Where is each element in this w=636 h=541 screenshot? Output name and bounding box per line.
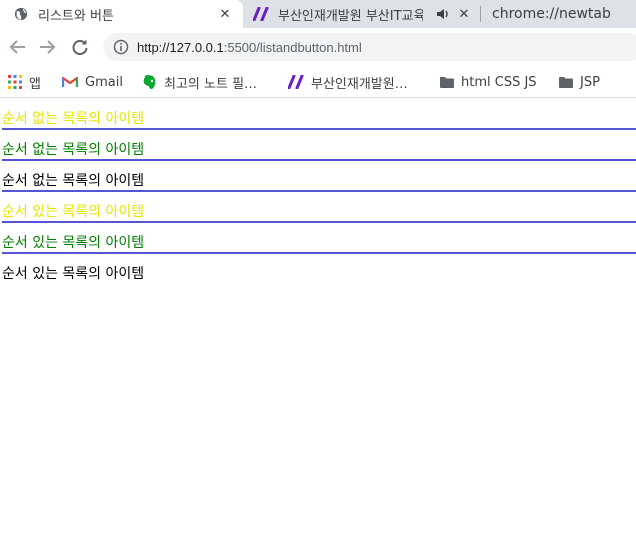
list-item-text: 순서 없는 목록의 아이템 <box>2 111 145 127</box>
list-item: 순서 있는 목록의 아이템 <box>2 223 636 254</box>
slash-logo-icon <box>253 7 269 21</box>
bookmark-label: 앱 <box>29 76 41 92</box>
reload-icon <box>72 39 88 55</box>
bookmark-folder-jsp[interactable]: JSP <box>559 72 600 92</box>
bookmark-label: Gmail <box>85 74 123 90</box>
tab-title: 리스트와 버튼 <box>38 8 114 24</box>
folder-icon <box>559 76 573 88</box>
list-item: 순서 없는 목록의 아이템 <box>2 161 636 192</box>
url-host: http://127.0.0.1 <box>137 39 224 55</box>
list-item-text: 순서 있는 목록의 아이템 <box>2 235 145 251</box>
bookmark-label: JSP <box>580 74 600 90</box>
tab-title: 부산인재개발원 부산IT교육 <box>278 8 423 24</box>
reload-button[interactable] <box>69 36 91 58</box>
browser-toolbar: http://127.0.0.1:5500/listandbutton.html <box>0 28 636 66</box>
bookmark-busan[interactable]: 부산인재개발원… <box>288 72 408 92</box>
slash-logo-icon <box>288 75 304 89</box>
arrow-right-icon <box>40 40 56 54</box>
list-item: 순서 있는 목록의 아이템 <box>2 192 636 223</box>
page-content: 순서 없는 목록의 아이템 순서 없는 목록의 아이템 순서 없는 목록의 아이… <box>0 99 636 541</box>
tab-newtab[interactable]: chrome://newtab <box>481 0 636 28</box>
arrow-left-icon <box>9 40 25 54</box>
tab-busan[interactable]: 부산인재개발원 부산IT교육 ✕ <box>243 0 480 28</box>
info-icon[interactable] <box>113 39 129 55</box>
tab-listandbutton[interactable]: 리스트와 버튼 ✕ <box>0 0 243 28</box>
list-item-text: 순서 있는 목록의 아이템 <box>2 204 145 220</box>
bookmarks-bar: 앱 Gmail 최고의 노트 필… 부산인재개발원… html CSS JS J… <box>0 66 636 98</box>
bookmark-label: 부산인재개발원… <box>311 76 408 92</box>
bookmark-gmail[interactable]: Gmail <box>62 72 123 92</box>
bookmark-folder-html-css-js[interactable]: html CSS JS <box>440 72 537 92</box>
list-item-text: 순서 없는 목록의 아이템 <box>2 173 145 189</box>
bookmark-apps[interactable]: 앱 <box>8 72 41 92</box>
list-item-text: 순서 있는 목록의 아이템 <box>2 266 145 282</box>
list-item-text: 순서 없는 목록의 아이템 <box>2 142 145 158</box>
url-text[interactable]: http://127.0.0.1:5500/listandbutton.html <box>137 40 362 55</box>
close-icon[interactable]: ✕ <box>216 5 234 23</box>
list-item: 순서 없는 목록의 아이템 <box>2 99 636 130</box>
bookmark-evernote[interactable]: 최고의 노트 필… <box>142 72 257 92</box>
gmail-icon <box>62 76 78 87</box>
speaker-icon[interactable] <box>436 7 450 21</box>
url-path: :5500/listandbutton.html <box>223 39 362 55</box>
folder-icon <box>440 76 454 88</box>
bookmark-label: 최고의 노트 필… <box>164 76 258 92</box>
globe-icon <box>14 7 28 21</box>
evernote-icon <box>143 75 156 89</box>
apps-grid-icon <box>8 75 22 89</box>
tab-strip: 리스트와 버튼 ✕ 부산인재개발원 부산IT교육 ✕ chrome://newt… <box>0 0 636 28</box>
bookmark-label: html CSS JS <box>461 74 537 90</box>
forward-button[interactable] <box>36 36 58 58</box>
tab-title: chrome://newtab <box>492 6 611 22</box>
close-icon[interactable]: ✕ <box>455 5 473 23</box>
back-button[interactable] <box>7 36 29 58</box>
list-item: 순서 없는 목록의 아이템 <box>2 130 636 161</box>
address-bar[interactable]: http://127.0.0.1:5500/listandbutton.html <box>103 33 636 61</box>
list-item: 순서 있는 목록의 아이템 <box>2 254 636 285</box>
